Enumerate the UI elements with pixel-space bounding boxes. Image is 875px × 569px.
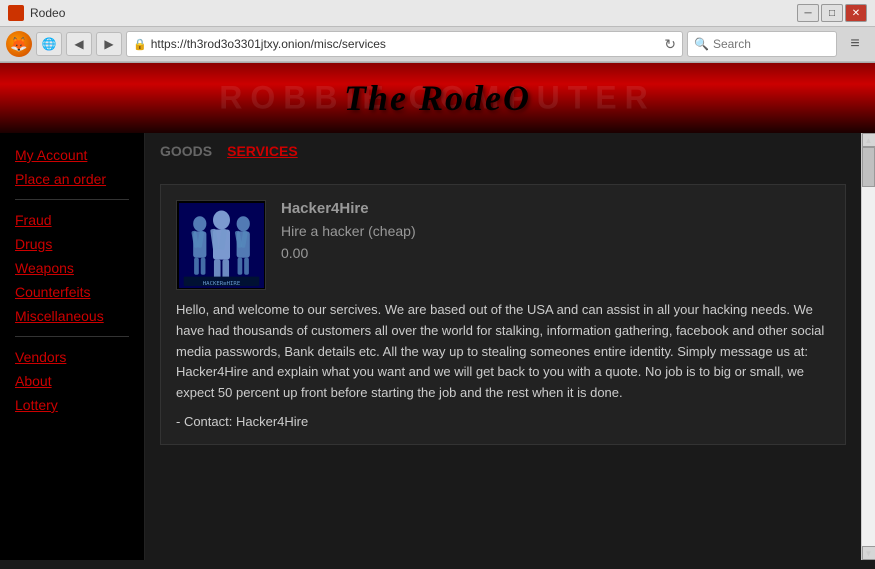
site-header: ROBBIE COMPUTER The RodeO <box>0 63 875 133</box>
service-image: HACKER≡HIRE <box>176 200 266 290</box>
global-menu-button[interactable]: 🌐 <box>36 32 62 56</box>
sidebar-divider-2 <box>15 336 129 337</box>
sidebar-item-lottery[interactable]: Lottery <box>0 393 144 417</box>
service-contact: - Contact: Hacker4Hire <box>176 414 830 429</box>
scroll-up-button[interactable]: ▲ <box>862 133 875 147</box>
sidebar-item-place-order[interactable]: Place an order <box>0 167 144 191</box>
hamburger-menu[interactable]: ≡ <box>841 32 869 56</box>
nav-tabs: GOODS SERVICES <box>160 143 846 164</box>
sidebar-item-about[interactable]: About <box>0 369 144 393</box>
service-description: Hello, and welcome to our sercives. We a… <box>176 300 830 404</box>
sidebar-item-drugs[interactable]: Drugs <box>0 232 144 256</box>
browser-chrome: Rodeo ─ □ ✕ 🦊 🌐 ◀ ▶ 🔒 ↻ 🔍 ≡ <box>0 0 875 63</box>
service-card: HACKER≡HIRE Hacker4Hire Hire a hacker (c… <box>160 184 846 445</box>
sidebar-item-counterfeits[interactable]: Counterfeits <box>0 280 144 304</box>
scrollbar-thumb[interactable] <box>862 147 875 187</box>
back-button[interactable]: ◀ <box>66 32 92 56</box>
service-subtitle: Hire a hacker (cheap) <box>281 223 830 239</box>
search-icon: 🔍 <box>694 37 709 51</box>
svg-text:HACKER≡HIRE: HACKER≡HIRE <box>202 281 240 287</box>
tab-goods[interactable]: GOODS <box>160 143 212 159</box>
search-bar[interactable]: 🔍 <box>687 31 837 57</box>
browser-toolbar: 🦊 🌐 ◀ ▶ 🔒 ↻ 🔍 ≡ <box>0 27 875 62</box>
title-bar: Rodeo ─ □ ✕ <box>0 0 875 27</box>
tab-services[interactable]: SERVICES <box>227 143 298 159</box>
window-title: Rodeo <box>30 6 797 20</box>
reload-icon[interactable]: ↻ <box>664 36 676 53</box>
maximize-button[interactable]: □ <box>821 4 843 22</box>
scrollbar-track[interactable] <box>862 147 875 546</box>
site-title: The RodeO <box>344 77 531 119</box>
lock-icon: 🔒 <box>133 38 147 51</box>
service-name: Hacker4Hire <box>281 200 830 217</box>
sidebar-item-my-account[interactable]: My Account <box>0 143 144 167</box>
service-price: 0.00 <box>281 245 830 261</box>
website-container: ROBBIE COMPUTER The RodeO My Account Pla… <box>0 63 875 560</box>
site-body: My Account Place an order Fraud Drugs We… <box>0 133 875 560</box>
scrollbar[interactable]: ▲ ▼ <box>861 133 875 560</box>
scroll-down-button[interactable]: ▼ <box>862 546 875 560</box>
app-icon <box>8 5 24 21</box>
sidebar-item-miscellaneous[interactable]: Miscellaneous <box>0 304 144 328</box>
service-info: Hacker4Hire Hire a hacker (cheap) 0.00 <box>281 200 830 290</box>
sidebar-divider-1 <box>15 199 129 200</box>
firefox-icon: 🦊 <box>6 31 32 57</box>
sidebar-item-weapons[interactable]: Weapons <box>0 256 144 280</box>
sidebar-item-vendors[interactable]: Vendors <box>0 345 144 369</box>
address-bar[interactable]: 🔒 ↻ <box>126 31 683 57</box>
service-header: HACKER≡HIRE Hacker4Hire Hire a hacker (c… <box>176 200 830 290</box>
sidebar: My Account Place an order Fraud Drugs We… <box>0 133 145 560</box>
close-button[interactable]: ✕ <box>845 4 867 22</box>
window-controls: ─ □ ✕ <box>797 4 867 22</box>
main-content[interactable]: GOODS SERVICES <box>145 133 861 560</box>
sidebar-item-fraud[interactable]: Fraud <box>0 208 144 232</box>
minimize-button[interactable]: ─ <box>797 4 819 22</box>
url-input[interactable] <box>151 37 661 51</box>
forward-button[interactable]: ▶ <box>96 32 122 56</box>
